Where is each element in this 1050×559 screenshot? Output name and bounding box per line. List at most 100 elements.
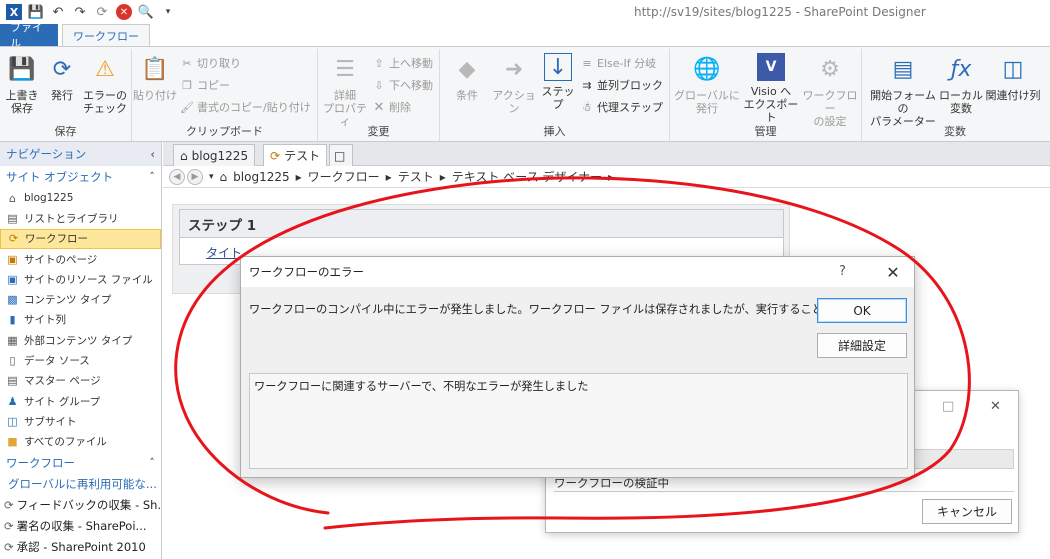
nav-item-label: サイト グループ	[24, 395, 101, 408]
floppy-icon: 💾	[8, 56, 36, 82]
breadcrumb-item[interactable]: テキスト ベース デザイナー	[452, 168, 602, 185]
nav-section-site-objects[interactable]: サイト オブジェクト ˆ	[0, 166, 161, 188]
back-icon[interactable]: ◀	[169, 168, 185, 185]
nav-section-workflows[interactable]: ワークフロー ˆ	[0, 452, 161, 474]
workflow-icon: ⟳	[8, 232, 19, 246]
nav-item-subsites[interactable]: ◫ サブサイト	[0, 411, 161, 431]
nav-workflow-global[interactable]: グローバルに再利用可能な...	[0, 474, 161, 495]
form-params-icon: ▤	[892, 56, 914, 82]
nav-item-external-content[interactable]: ▦ 外部コンテンツ タイプ	[0, 330, 161, 350]
maximize-icon[interactable]: □	[942, 399, 954, 414]
init-form-params-button[interactable]: ▤ 開始フォームの パラメーター	[866, 53, 940, 128]
nav-item-site-pages[interactable]: ▣ サイトのページ	[0, 249, 161, 269]
condition-icon: ◆	[458, 56, 476, 82]
step-button[interactable]: ↓ ステップ	[538, 53, 578, 111]
nav-item-content-types[interactable]: ▩ コンテンツ タイプ	[0, 289, 161, 309]
workflow-error-dialog: ワークフローのエラー ? ✕ ワークフローのコンパイル中にエラーが発生しました。…	[240, 256, 915, 478]
publish-button[interactable]: ⟳ 発行	[44, 53, 80, 102]
export-visio-button[interactable]: V Visio へ エクスポート	[740, 53, 802, 124]
redo-icon[interactable]: ↷	[72, 4, 88, 20]
subsite-icon: ◫	[7, 414, 18, 428]
move-up-icon: ⇧	[374, 56, 384, 70]
nav-workflow-signatures[interactable]: ⟳ 署名の収集 - SharePoi...	[0, 516, 161, 537]
breadcrumb-item[interactable]: ワークフロー	[308, 168, 380, 185]
paste-button[interactable]: 📋 貼り付け	[132, 53, 178, 102]
breadcrumb-item[interactable]: テスト	[398, 168, 434, 185]
column-icon: ▮	[9, 313, 16, 327]
doc-tab-test[interactable]: ⟳ テスト	[263, 144, 328, 166]
nav-item-all-files[interactable]: ■ すべてのファイル	[0, 432, 161, 452]
details-button[interactable]: 詳細設定	[817, 333, 907, 358]
association-columns-button[interactable]: ◫ 関連付け列	[982, 53, 1044, 102]
else-if-icon: ≡	[582, 56, 592, 70]
move-up-button[interactable]: ⇧ 上へ移動	[372, 55, 433, 71]
check-errors-button[interactable]: ⚠ エラーの チェック	[82, 53, 128, 115]
preview-icon[interactable]: 🔍	[138, 4, 154, 20]
delete-button[interactable]: ✕ 削除	[372, 99, 411, 115]
nav-workflow-feedback[interactable]: ⟳ フィードバックの収集 - Sh...	[0, 495, 161, 516]
database-icon: ▯	[9, 354, 16, 368]
nav-item-workflows[interactable]: ⟳ ワークフロー	[0, 228, 161, 249]
dialog-title-bar: ワークフローのエラー	[241, 257, 914, 287]
action-button[interactable]: ➜ アクション	[488, 53, 540, 115]
customize-qat-icon[interactable]: ▾	[160, 4, 176, 20]
tab-workflow[interactable]: ワークフロー	[62, 24, 150, 46]
error-details-box[interactable]: ワークフローに関連するサーバーで、不明なエラーが発生しました	[249, 373, 908, 469]
nav-item-master-pages[interactable]: ▤ マスター ページ	[0, 371, 161, 391]
ribbon: 💾 上書き 保存 ⟳ 発行 ⚠ エラーの チェック 保存 📋 貼り付け ✂ 切り…	[0, 46, 1050, 142]
impersonation-step-button[interactable]: ☃ 代理ステップ	[580, 99, 663, 115]
close-icon[interactable]: ✕	[990, 399, 1001, 414]
document-tabs: ⌂ blog1225 ⟳ テスト □	[163, 142, 1050, 166]
new-tab-button[interactable]: □	[329, 144, 353, 166]
parallel-block-button[interactable]: ⇉ 並列ブロック	[580, 77, 663, 93]
save-icon[interactable]: 💾	[28, 4, 44, 20]
collapse-nav-icon[interactable]: ‹	[150, 147, 155, 161]
breadcrumb-item[interactable]: blog1225	[233, 170, 289, 184]
doc-tab-label: テスト	[284, 149, 321, 163]
nav-item-label: データ ソース	[24, 355, 90, 368]
local-variables-button[interactable]: ƒx ローカル 変数	[938, 53, 984, 115]
brush-icon: 🖌	[180, 100, 194, 114]
quick-access-toolbar: X 💾 ↶ ↷ ⟳ ✕ 🔍 ▾	[0, 4, 176, 20]
condition-button[interactable]: ◆ 条件	[446, 53, 488, 102]
tab-file[interactable]: ファイル	[0, 21, 58, 50]
publish-globally-button[interactable]: 🌐 グローバルに 発行	[674, 53, 740, 115]
nav-header: ナビゲーション ‹	[0, 142, 161, 166]
nav-workflow-approval[interactable]: ⟳ 承認 - SharePoint 2010	[0, 537, 161, 558]
impersonation-icon: ☃	[582, 100, 592, 114]
window-title: http://sv19/sites/blog1225 - SharePoint …	[634, 5, 926, 19]
ok-button[interactable]: OK	[817, 298, 907, 323]
cut-button[interactable]: ✂ 切り取り	[180, 55, 241, 71]
doc-tab-label: blog1225	[191, 148, 249, 163]
cancel-button[interactable]: キャンセル	[922, 499, 1012, 524]
copy-button[interactable]: ❐ コピー	[180, 77, 230, 93]
external-icon: ▦	[7, 333, 18, 347]
nav-item-site-columns[interactable]: ▮ サイト列	[0, 310, 161, 330]
undo-icon[interactable]: ↶	[50, 4, 66, 20]
stop-icon[interactable]: ✕	[116, 4, 132, 20]
format-painter-button[interactable]: 🖌 書式のコピー/貼り付け	[180, 99, 311, 115]
group-icon: ♟	[7, 394, 18, 408]
ribbon-tabs: ファイル ワークフロー	[0, 21, 1050, 50]
fx-icon: ƒx	[950, 56, 972, 82]
settings-gear-icon: ⚙	[820, 56, 840, 82]
forward-icon[interactable]: ▶	[187, 168, 203, 185]
nav-item-resources[interactable]: ▣ サイトのリソース ファイル	[0, 269, 161, 289]
doc-tab-blog[interactable]: ⌂ blog1225	[173, 144, 256, 166]
help-icon[interactable]: ?	[839, 264, 846, 279]
home-icon: ⌂	[9, 191, 16, 205]
refresh-icon[interactable]: ⟳	[94, 4, 110, 20]
action-label: アクション	[492, 89, 536, 115]
workflow-settings-button[interactable]: ⚙ ワークフロー の設定	[800, 53, 860, 128]
history-dropdown-icon[interactable]: ▾	[209, 172, 214, 182]
nav-item-site-groups[interactable]: ♟ サイト グループ	[0, 391, 161, 411]
nav-item-lists[interactable]: ▤ リストとライブラリ	[0, 208, 161, 228]
advanced-properties-button[interactable]: ☰ 詳細 プロパティ	[320, 53, 370, 128]
publish-label: 発行	[51, 89, 73, 102]
close-icon[interactable]: ✕	[881, 261, 905, 283]
move-down-button[interactable]: ⇩ 下へ移動	[372, 77, 433, 93]
nav-item-home[interactable]: ⌂ blog1225	[0, 188, 161, 208]
else-if-button[interactable]: ≡ Else-If 分岐	[580, 55, 656, 71]
nav-item-data-sources[interactable]: ▯ データ ソース	[0, 350, 161, 370]
save-button[interactable]: 💾 上書き 保存	[4, 53, 40, 115]
